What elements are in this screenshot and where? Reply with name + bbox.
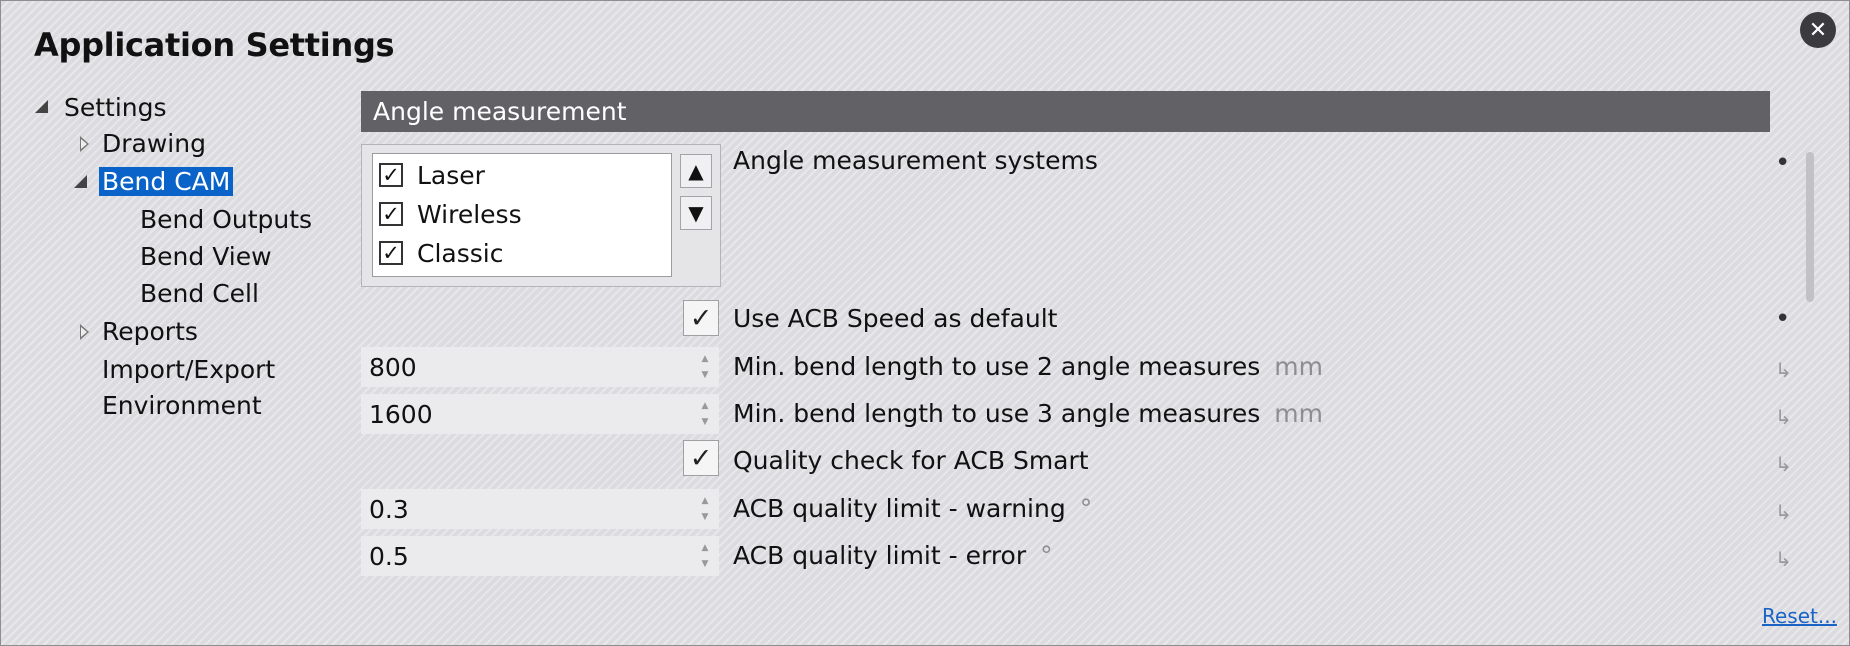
quality-warning-input[interactable]: [361, 489, 691, 529]
check-icon[interactable]: ✓: [379, 241, 403, 265]
expander-closed-icon[interactable]: [80, 324, 89, 340]
tree-item-import-export[interactable]: Import/Export: [99, 352, 278, 388]
min-bend-3-label: Min. bend length to use 3 angle measures…: [733, 399, 1323, 428]
section-header: Angle measurement: [361, 91, 1770, 132]
check-icon[interactable]: ✓: [379, 163, 403, 187]
tree-item-bend-outputs[interactable]: Bend Outputs: [137, 202, 315, 238]
quality-error-label: ACB quality limit - error °: [733, 541, 1053, 570]
check-icon: ✓: [689, 302, 713, 334]
tree-item-reports[interactable]: Reports: [99, 314, 201, 350]
list-item-classic[interactable]: ✓ Classic: [379, 234, 503, 272]
triangle-up-icon: ▲: [688, 159, 704, 183]
expander-open-icon[interactable]: [74, 175, 87, 188]
inherited-arrow-icon: ↳: [1775, 358, 1792, 382]
angle-systems-box: ✓ Laser ✓ Wireless ✓ Classic ▲ ▼: [361, 144, 721, 287]
move-up-button[interactable]: ▲: [680, 154, 712, 188]
angle-systems-list[interactable]: ✓ Laser ✓ Wireless ✓ Classic: [372, 153, 672, 277]
check-icon: ✓: [689, 442, 713, 474]
modified-marker: •: [1775, 148, 1791, 178]
unit-label: mm: [1274, 352, 1323, 381]
check-icon[interactable]: ✓: [379, 202, 403, 226]
expander-open-icon[interactable]: [35, 100, 48, 113]
spin-up-icon[interactable]: ▲: [697, 399, 713, 413]
spin-up-icon[interactable]: ▲: [697, 541, 713, 555]
spin-up-icon[interactable]: ▲: [697, 494, 713, 508]
unit-label: °: [1079, 494, 1093, 523]
tree-item-bend-view[interactable]: Bend View: [137, 239, 275, 275]
inherited-arrow-icon: ↳: [1775, 500, 1792, 524]
tree-item-settings[interactable]: Settings: [61, 90, 170, 126]
tree-item-drawing[interactable]: Drawing: [99, 126, 209, 162]
quality-check-label: Quality check for ACB Smart: [733, 446, 1089, 475]
min-bend-2-stepper: ▲ ▼: [361, 347, 719, 387]
quality-check-checkbox[interactable]: ✓: [683, 440, 719, 476]
use-acb-speed-label: Use ACB Speed as default: [733, 304, 1058, 333]
spin-down-icon[interactable]: ▼: [697, 510, 713, 524]
inherited-arrow-icon: ↳: [1775, 547, 1792, 571]
tree-item-environment[interactable]: Environment: [99, 388, 265, 424]
spin-up-icon[interactable]: ▲: [697, 352, 713, 366]
tree-item-bend-cam[interactable]: Bend CAM: [99, 164, 234, 200]
inherited-arrow-icon: ↳: [1775, 405, 1792, 429]
angle-systems-label: Angle measurement systems: [733, 146, 1098, 175]
list-item-wireless[interactable]: ✓ Wireless: [379, 195, 522, 233]
min-bend-3-input[interactable]: [361, 394, 691, 434]
window-title: Application Settings: [34, 26, 395, 64]
inherited-arrow-icon: ↳: [1775, 452, 1792, 476]
vertical-scrollbar[interactable]: [1806, 152, 1814, 302]
min-bend-3-stepper: ▲ ▼: [361, 394, 719, 434]
unit-label: °: [1040, 541, 1053, 570]
quality-error-input[interactable]: [361, 536, 691, 576]
close-icon: ✕: [1808, 17, 1828, 43]
unit-label: mm: [1274, 399, 1323, 428]
expander-closed-icon[interactable]: [80, 136, 89, 152]
tree-item-bend-cell[interactable]: Bend Cell: [137, 276, 262, 312]
reset-link[interactable]: Reset...: [1762, 604, 1837, 628]
spin-down-icon[interactable]: ▼: [697, 368, 713, 382]
spin-down-icon[interactable]: ▼: [697, 415, 713, 429]
min-bend-2-label: Min. bend length to use 2 angle measures…: [733, 352, 1323, 381]
use-acb-speed-checkbox[interactable]: ✓: [683, 300, 719, 336]
quality-warning-stepper: ▲ ▼: [361, 489, 719, 529]
modified-marker: •: [1775, 304, 1791, 334]
move-down-button[interactable]: ▼: [680, 196, 712, 230]
spin-down-icon[interactable]: ▼: [697, 557, 713, 571]
list-item-laser[interactable]: ✓ Laser: [379, 156, 485, 194]
triangle-down-icon: ▼: [688, 201, 704, 225]
quality-warning-label: ACB quality limit - warning °: [733, 494, 1093, 523]
quality-error-stepper: ▲ ▼: [361, 536, 719, 576]
min-bend-2-input[interactable]: [361, 347, 691, 387]
close-button[interactable]: ✕: [1800, 12, 1836, 48]
